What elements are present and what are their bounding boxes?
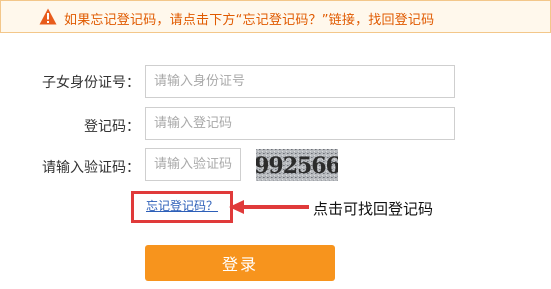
forgot-code-link[interactable]: 忘记登记码？ [146, 197, 218, 214]
id-number-input[interactable] [145, 65, 455, 98]
notice-banner: 如果忘记登记码，请点击下方“忘记登记码？”链接，找回登记码 [0, 0, 551, 33]
captcha-input[interactable] [145, 148, 241, 181]
warning-icon [39, 8, 57, 25]
registration-code-input[interactable] [145, 107, 455, 140]
login-button[interactable]: 登录 [145, 245, 335, 281]
captcha-text: 992566 [256, 153, 338, 179]
id-number-label: 子女身份证号： [42, 75, 140, 91]
captcha-label: 请输入验证码： [42, 160, 140, 176]
captcha-image[interactable]: 992566 [256, 149, 338, 181]
find-code-hint: 点击可找回登记码 [313, 200, 434, 218]
arrow-left-icon [229, 200, 309, 214]
registration-code-label: 登记码： [84, 119, 140, 135]
notice-text: 如果忘记登记码，请点击下方“忘记登记码？”链接，找回登记码 [64, 13, 435, 28]
